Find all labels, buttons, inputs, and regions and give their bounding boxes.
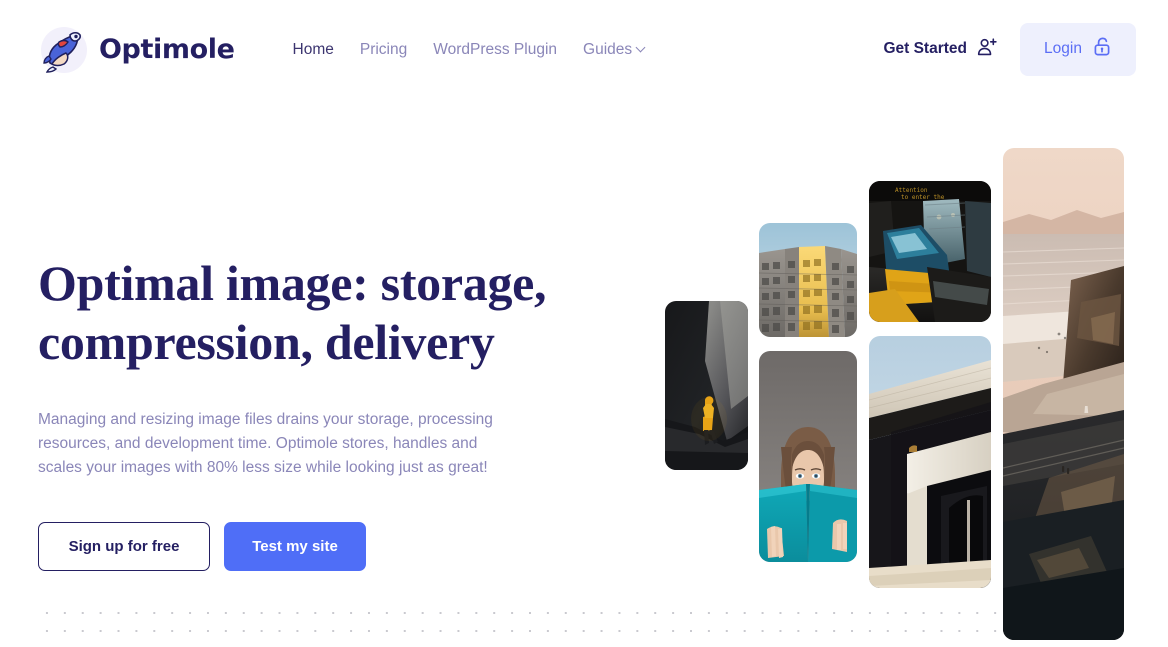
train-station-photo[interactable]: Attention to enter the [869, 181, 991, 322]
unlock-padlock-icon [1092, 36, 1112, 62]
svg-text:Attention: Attention [895, 187, 928, 194]
building-facade-photo[interactable] [759, 223, 857, 337]
user-plus-icon [976, 36, 998, 63]
hero-cta-group: Sign up for free Test my site [38, 522, 568, 571]
login-button[interactable]: Login [1020, 22, 1136, 76]
hero-subtitle: Managing and resizing image files drains… [38, 411, 493, 476]
header-actions: Get Started Login [883, 22, 1136, 76]
get-started-label: Get Started [883, 40, 967, 57]
brand-logo-link[interactable]: Optimole [38, 23, 235, 75]
hero-title-line-1: Optimal image: storage, [38, 255, 547, 311]
mole-mascot-logo-icon [38, 23, 90, 75]
coastal-cliff-photo[interactable] [1003, 148, 1124, 640]
cave-hiker-photo[interactable] [665, 301, 748, 470]
test-my-site-button[interactable]: Test my site [224, 522, 366, 571]
sign-up-for-free-button[interactable]: Sign up for free [38, 522, 210, 571]
nav-item-guides-label: Guides [583, 41, 633, 58]
site-header: Optimole Home Pricing WordPress Plugin G… [0, 0, 1168, 98]
page-title: Optimal image: storage, compression, del… [38, 254, 568, 372]
nav-item-pricing-label: Pricing [359, 41, 408, 58]
nav-item-wordpress-plugin[interactable]: WordPress Plugin [433, 41, 557, 59]
svg-text:to enter the: to enter the [901, 194, 945, 201]
bridge-underpass-photo[interactable] [869, 336, 991, 588]
nav-item-wordpress-plugin-label: WordPress Plugin [433, 41, 558, 58]
landing-page: Optimole Home Pricing WordPress Plugin G… [0, 0, 1168, 647]
hero-title-line-2: compression, delivery [38, 314, 495, 370]
brand-name: Optimole [99, 33, 235, 65]
woman-reading-book-photo[interactable] [759, 351, 857, 562]
main-navigation: Home Pricing WordPress Plugin Guides [293, 41, 647, 59]
nav-item-pricing[interactable]: Pricing [360, 41, 407, 59]
nav-item-guides[interactable]: Guides [583, 41, 646, 59]
nav-item-home[interactable]: Home [293, 41, 334, 59]
chevron-down-icon [637, 44, 646, 53]
hero-content: Optimal image: storage, compression, del… [38, 254, 568, 571]
login-label: Login [1044, 40, 1082, 57]
dot-grid-decoration [38, 598, 1130, 647]
nav-item-home-label: Home [292, 41, 334, 58]
get-started-link[interactable]: Get Started [883, 36, 998, 63]
